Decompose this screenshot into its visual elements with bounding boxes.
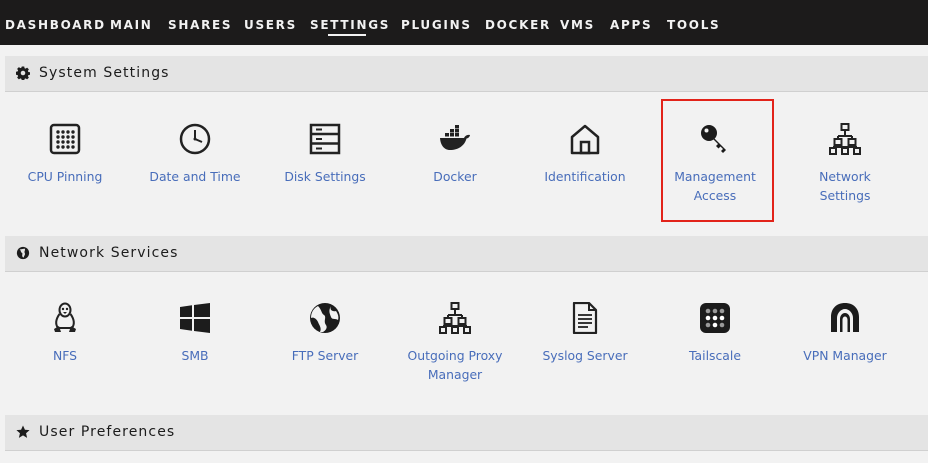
clock-icon [179, 123, 211, 155]
nav-settings[interactable]: SETTINGS [310, 18, 390, 36]
tailscale-icon [700, 303, 730, 333]
tile-label: Disk Settings [284, 169, 366, 184]
ftp-globe-icon [310, 303, 340, 333]
document-icon [572, 302, 598, 334]
tile-nfs[interactable]: NFS [5, 302, 125, 422]
tile-label: CPU Pinning [27, 169, 103, 184]
tile-syslog-server[interactable]: Syslog Server [525, 302, 645, 422]
disk-icon [309, 123, 341, 155]
tile-label: VPN Manager [803, 348, 887, 363]
star-icon [16, 425, 30, 438]
globe-icon [16, 246, 30, 260]
section-title: Network Services [39, 245, 179, 261]
nav-tools[interactable]: TOOLS [667, 18, 720, 32]
network-icon [829, 123, 861, 155]
nav-vms[interactable]: VMS [560, 18, 595, 32]
tile-label: SMB [181, 348, 209, 363]
proxy-network-icon [439, 302, 471, 334]
cpu-icon [49, 123, 81, 155]
tile-label: FTP Server [291, 348, 359, 363]
tile-label: Management Access [674, 169, 756, 203]
tile-label: NFS [52, 348, 78, 363]
tile-docker[interactable]: Docker [395, 123, 515, 243]
tile-cpu-pinning[interactable]: CPU Pinning [5, 123, 125, 243]
section-title: User Preferences [39, 424, 176, 440]
tile-label: Network Settings [819, 169, 871, 203]
tile-management-access[interactable]: Management Access [655, 123, 775, 243]
tile-outgoing-proxy-manager[interactable]: Outgoing Proxy Manager [395, 302, 515, 422]
tile-identification[interactable]: Identification [525, 123, 645, 243]
tile-network-settings[interactable]: Network Settings [785, 123, 905, 243]
tile-tailscale[interactable]: Tailscale [655, 302, 775, 422]
tile-date-and-time[interactable]: Date and Time [135, 123, 255, 243]
nav-apps[interactable]: APPS [610, 18, 652, 32]
nav-docker[interactable]: DOCKER [485, 18, 551, 32]
vpn-icon [831, 303, 859, 332]
docker-icon [440, 125, 470, 150]
tile-label: Docker [433, 169, 477, 184]
key-icon [701, 125, 726, 153]
system-settings-header: System Settings [5, 56, 928, 92]
network-services-header: Network Services [5, 236, 928, 272]
tile-label: Outgoing Proxy Manager [407, 348, 503, 382]
tile-label: Date and Time [149, 169, 241, 184]
tile-label: Identification [544, 169, 626, 184]
nav-users[interactable]: USERS [244, 18, 297, 32]
gear-icon [16, 66, 30, 80]
top-navigation: DASHBOARD MAIN SHARES USERS SETTINGS PLU… [0, 0, 928, 45]
tile-label: Tailscale [689, 348, 741, 363]
tile-smb[interactable]: SMB [135, 302, 255, 422]
tile-disk-settings[interactable]: Disk Settings [265, 123, 385, 243]
windows-icon [180, 303, 210, 333]
home-icon [570, 124, 600, 155]
user-preferences-header: User Preferences [5, 415, 928, 451]
tile-vpn-manager[interactable]: VPN Manager [785, 302, 905, 422]
tile-label: Syslog Server [542, 348, 628, 363]
nav-dashboard[interactable]: DASHBOARD [5, 18, 106, 32]
section-title: System Settings [39, 65, 170, 81]
linux-icon [54, 302, 76, 332]
nav-main[interactable]: MAIN [110, 18, 153, 32]
nav-shares[interactable]: SHARES [168, 18, 232, 32]
tile-ftp-server[interactable]: FTP Server [265, 302, 385, 422]
nav-plugins[interactable]: PLUGINS [401, 18, 472, 32]
